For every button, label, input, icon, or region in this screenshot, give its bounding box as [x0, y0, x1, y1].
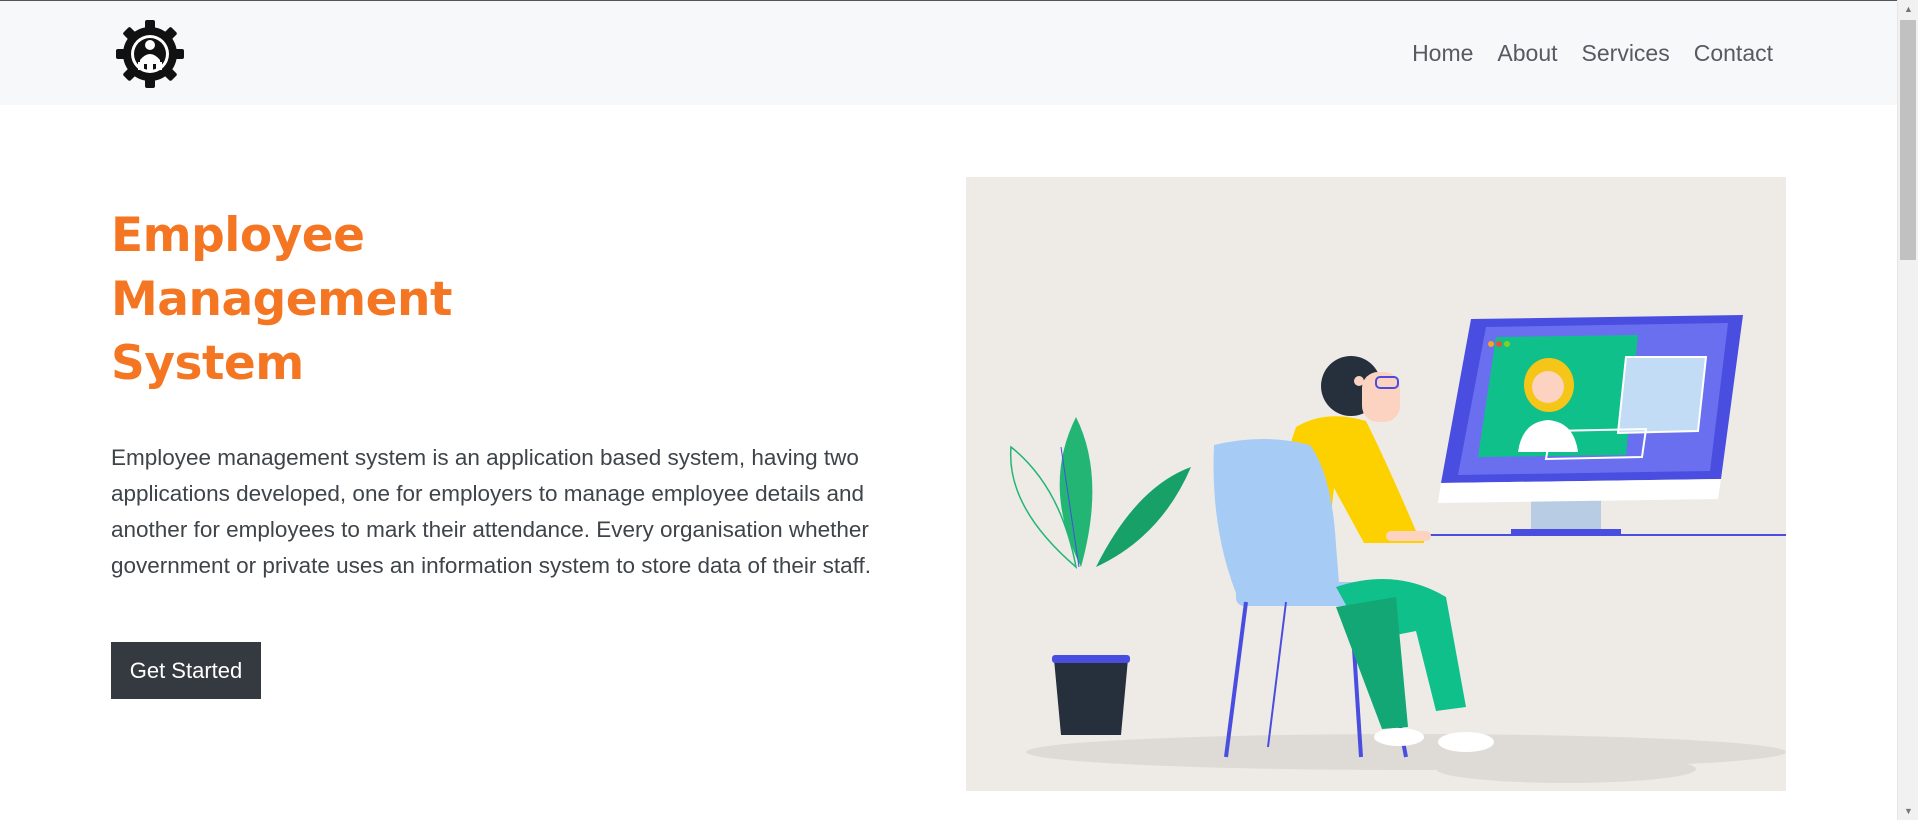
nav-links: Home About Services Contact: [1388, 1, 1773, 106]
gear-people-logo-icon[interactable]: [114, 18, 186, 90]
scroll-down-arrow-icon[interactable]: ▼: [1898, 802, 1918, 820]
scroll-up-arrow-icon[interactable]: ▲: [1898, 0, 1918, 18]
nav-link-about[interactable]: About: [1497, 40, 1557, 67]
hero-title-line: System: [111, 336, 304, 391]
nav-link-services[interactable]: Services: [1582, 40, 1670, 67]
nav-link-home[interactable]: Home: [1412, 40, 1473, 67]
get-started-button[interactable]: Get Started: [111, 642, 261, 699]
person-at-computer-video-call-illustration: [966, 177, 1786, 791]
hero-title-line: Management: [111, 272, 452, 327]
hero-title-line: Employee: [111, 208, 365, 263]
scroll-thumb[interactable]: [1900, 20, 1916, 260]
nav-link-contact[interactable]: Contact: [1694, 40, 1773, 67]
hero-title: Employee Management System: [111, 204, 611, 396]
scrollbar[interactable]: ▲ ▼: [1897, 0, 1918, 820]
navbar: Home About Services Contact: [0, 0, 1897, 105]
hero-description: Employee management system is an applica…: [111, 445, 871, 578]
